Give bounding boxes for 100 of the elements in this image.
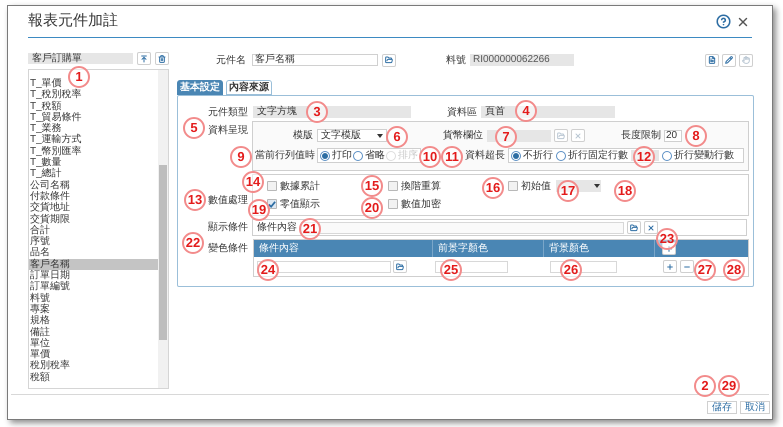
list-item[interactable]: 訂單編號 <box>29 281 158 293</box>
list-item[interactable]: 專案 <box>29 304 158 316</box>
checkbox[interactable] <box>267 181 277 191</box>
remove-button[interactable] <box>680 260 694 273</box>
list-item[interactable]: 付款條件 <box>29 190 158 202</box>
line-count-field <box>631 150 659 161</box>
color-field[interactable] <box>435 260 508 272</box>
callout-marker: 28 <box>723 259 745 281</box>
callout-marker: 7 <box>495 126 517 148</box>
dropdown-arrow-icon <box>594 183 600 189</box>
list-item[interactable]: 序號 <box>29 236 158 248</box>
document-button[interactable] <box>705 54 719 66</box>
dialog-button[interactable]: 取消 <box>740 400 770 414</box>
radio-button[interactable] <box>353 150 363 160</box>
delete-button[interactable] <box>155 52 169 65</box>
list-item[interactable]: 訂單日期 <box>29 270 158 282</box>
pin-button[interactable] <box>137 52 151 65</box>
checkbox[interactable] <box>267 199 277 209</box>
callout-marker: 8 <box>685 125 707 147</box>
tab[interactable]: 基本設定 <box>177 80 223 95</box>
callout-marker: 13 <box>184 189 206 211</box>
checkbox-label: 數值加密 <box>401 198 441 212</box>
callout-marker: 5 <box>183 117 205 139</box>
tab[interactable]: 內容來源 <box>226 80 272 95</box>
checkbox-label: 數據累計 <box>280 180 320 194</box>
pencil-button[interactable] <box>722 54 736 66</box>
list-item[interactable]: 備註 <box>29 326 158 338</box>
field-label: 元件類型 <box>208 106 248 120</box>
callout-marker: 15 <box>361 175 383 197</box>
clear-icon <box>647 224 655 232</box>
clear-icon <box>574 132 582 140</box>
list-item[interactable]: T_稅額 <box>29 100 158 112</box>
list-item[interactable]: T_數量 <box>29 157 158 168</box>
add-button[interactable] <box>663 260 677 273</box>
list-item[interactable]: T_運輸方式 <box>29 134 158 146</box>
list-item[interactable]: 規格 <box>29 315 158 327</box>
list-item[interactable]: 單位 <box>29 338 158 350</box>
field-label: 長度限制 <box>621 128 661 143</box>
field-label: 料號 <box>446 54 466 68</box>
condition-field[interactable] <box>257 260 391 272</box>
radio-button[interactable] <box>511 150 521 160</box>
callout-marker: 21 <box>299 218 321 240</box>
callout-marker: 29 <box>718 375 740 397</box>
help-icon[interactable] <box>716 14 731 29</box>
list-item[interactable]: T_總計 <box>29 168 158 180</box>
radio-button[interactable] <box>662 150 672 160</box>
list-item[interactable]: 料號 <box>29 292 158 304</box>
list-item[interactable]: 稅額 <box>29 372 158 384</box>
list-item[interactable]: 交貨地址 <box>29 202 158 214</box>
list-item[interactable]: 客戶名稱 <box>29 258 158 270</box>
folder-button[interactable] <box>382 54 396 66</box>
checkbox-label: 零值顯示 <box>280 198 320 212</box>
callout-marker: 18 <box>614 180 636 202</box>
scrollbar[interactable] <box>158 70 168 388</box>
checkbox-label: 初始值 <box>521 180 551 194</box>
pin-icon <box>140 54 148 62</box>
part-number-field: RI000000062266 <box>470 54 574 66</box>
callout-marker: 10 <box>419 146 441 168</box>
clear-button[interactable] <box>644 221 658 234</box>
add-icon <box>666 262 674 270</box>
callout-marker: 9 <box>230 146 252 168</box>
callout-marker: 20 <box>361 197 383 219</box>
list-item[interactable]: 公司名稱 <box>29 180 158 191</box>
list-item[interactable]: 交貨期限 <box>29 214 158 225</box>
list-item[interactable]: T_業務 <box>29 123 158 134</box>
folder-button[interactable] <box>627 221 641 234</box>
checkbox[interactable] <box>508 181 518 191</box>
folder-icon <box>557 132 565 140</box>
callout-marker: 3 <box>306 101 328 123</box>
field-label: 顯示條件 <box>208 220 248 235</box>
checkbox[interactable] <box>388 199 398 209</box>
radio-label: 省略 <box>365 148 385 163</box>
checkbox[interactable] <box>388 181 398 191</box>
column-header: 背景顏色 <box>544 240 655 257</box>
folder-button[interactable] <box>393 260 407 273</box>
list-item[interactable]: 合計 <box>29 224 158 236</box>
callout-marker: 25 <box>440 259 462 281</box>
callout-marker: 4 <box>515 100 537 122</box>
callout-marker: 23 <box>656 228 678 250</box>
add-button[interactable] <box>662 242 676 255</box>
name-field[interactable]: 客戶名稱 <box>252 54 378 66</box>
report-field[interactable]: 客戶訂購單 <box>28 53 133 64</box>
condition-field[interactable] <box>301 222 624 234</box>
list-item[interactable]: 單價 <box>29 349 158 360</box>
currency-field <box>487 130 551 142</box>
color-field[interactable] <box>550 260 617 272</box>
radio-button[interactable] <box>556 150 566 160</box>
list-item[interactable]: T_貿易條件 <box>29 112 158 124</box>
callout-marker: 24 <box>257 259 279 281</box>
length-field[interactable]: 20 <box>664 130 682 142</box>
field-label: 當前行列值時 <box>255 148 315 163</box>
list-item[interactable]: 品名 <box>29 247 158 259</box>
callout-marker: 26 <box>560 259 582 281</box>
template-select[interactable]: 文字模版 <box>317 129 387 142</box>
dialog-button[interactable]: 儲存 <box>707 400 737 414</box>
list-item[interactable]: T_稅別稅率 <box>29 89 158 101</box>
list-item[interactable]: T_幣別匯率 <box>29 146 158 158</box>
list-item[interactable]: 稅別稅率 <box>29 360 158 372</box>
radio-button[interactable] <box>320 150 330 160</box>
radio-label: 折行變動行數 <box>674 148 734 163</box>
